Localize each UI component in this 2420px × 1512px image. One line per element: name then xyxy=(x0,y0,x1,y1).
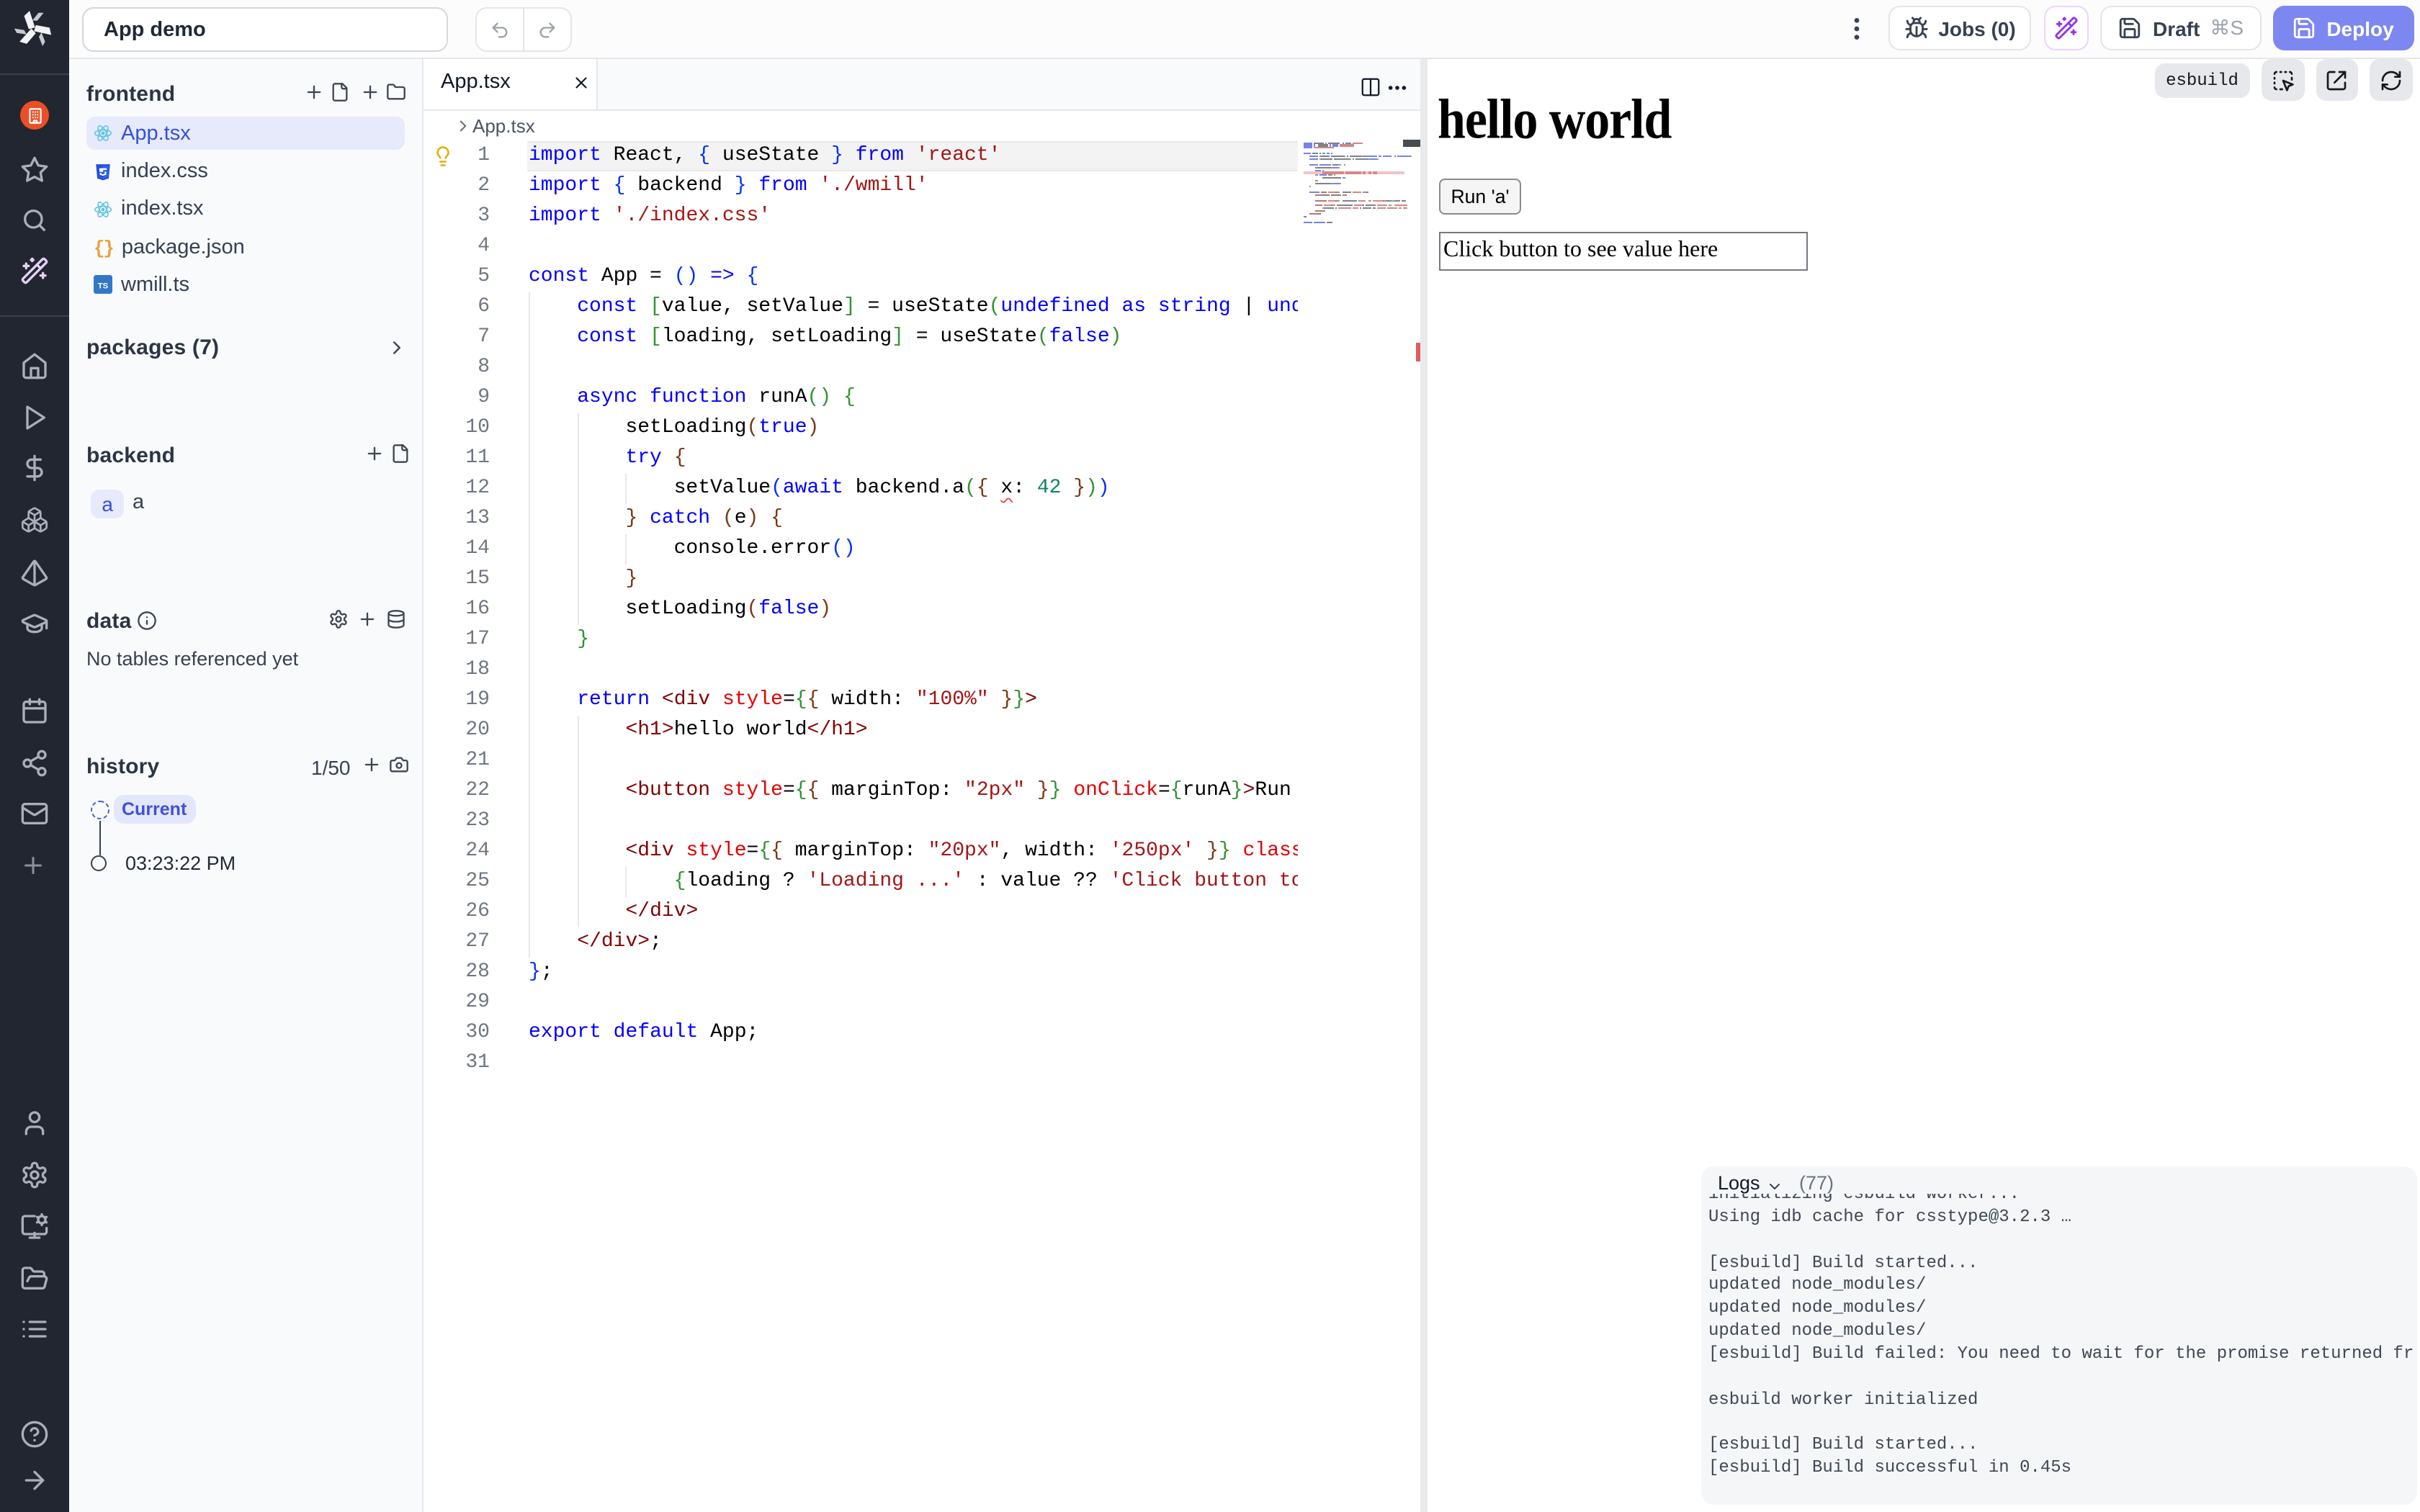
svg-text:TS: TS xyxy=(98,282,109,291)
